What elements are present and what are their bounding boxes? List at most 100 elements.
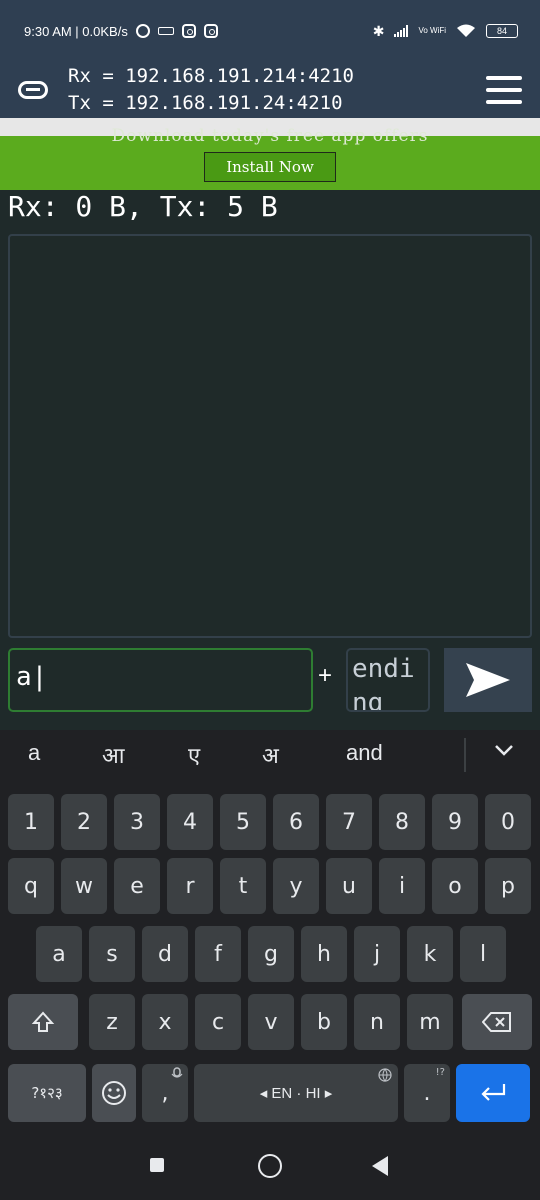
key-6[interactable]: 6 [273,794,319,850]
shift-arrow-icon [31,1011,55,1032]
key-n[interactable]: n [354,994,400,1050]
key-x[interactable]: x [142,994,188,1050]
key-k[interactable]: k [407,926,453,982]
key-p[interactable]: p [485,858,531,914]
byte-counter: Rx: 0 B, Tx: 5 B [8,190,278,223]
address-block: Rx = 192.168.191.214:4210 Tx = 192.168.1… [68,63,486,117]
connection-link-icon[interactable] [18,75,48,105]
emoji-key[interactable] [92,1064,136,1122]
key-1[interactable]: 1 [8,794,54,850]
key-8[interactable]: 8 [379,794,425,850]
key-5[interactable]: 5 [220,794,266,850]
key-l[interactable]: l [460,926,506,982]
wifi-icon [456,23,476,40]
mic-icon [171,1067,183,1078]
home-circle-icon[interactable] [258,1154,282,1178]
key-q[interactable]: q [8,858,54,914]
key-h[interactable]: h [301,926,347,982]
recents-square-icon[interactable] [150,1158,164,1172]
instagram-icon-2 [203,24,218,38]
key-0[interactable]: 0 [485,794,531,850]
suggestion-3[interactable]: ए [188,740,200,770]
system-nav-bar [0,1134,540,1200]
hamburger-menu-icon[interactable] [486,76,522,104]
instagram-icon [181,24,196,38]
plus-label: + [318,662,333,689]
key-i[interactable]: i [379,858,425,914]
signal-icon [394,25,409,37]
key-9[interactable]: 9 [432,794,478,850]
key-t[interactable]: t [220,858,266,914]
key-7[interactable]: 7 [326,794,372,850]
ad-banner[interactable]: Download today's free app offers Install… [0,118,540,190]
key-c[interactable]: c [195,994,241,1050]
ad-offer-text: Download today's free app offers [111,126,429,146]
suggestion-1[interactable]: a [28,740,40,766]
back-triangle-icon[interactable] [372,1156,388,1176]
key-y[interactable]: y [273,858,319,914]
space-language-label: ◂ EN · HI ▸ [259,1085,333,1102]
status-bar: 9:30 AM | 0.0KB/s ✱ Vo WiFi 84 [0,0,540,62]
key-g[interactable]: g [248,926,294,982]
letter-row-2: a s d f g h j k l [0,926,540,988]
key-d[interactable]: d [142,926,188,982]
battery-level: 84 [496,26,507,36]
chevron-down-icon[interactable] [494,740,514,760]
key-f[interactable]: f [195,926,241,982]
enter-key[interactable] [456,1064,530,1122]
comma-key[interactable]: , [142,1064,188,1122]
status-time-speed: 9:30 AM | 0.0KB/s [24,23,128,39]
suggestion-strip: a आ ए अ and [0,730,540,778]
globe-icon [378,1068,392,1082]
line-ending-selector[interactable]: endi ng [346,648,430,712]
backspace-key[interactable] [462,994,532,1050]
comma-label: , [161,1080,169,1106]
space-bar[interactable]: ◂ EN · HI ▸ [194,1064,398,1122]
period-label: . [423,1080,431,1106]
send-icon [466,663,510,697]
enter-arrow-icon [481,1084,506,1101]
send-button[interactable] [444,648,532,712]
bottom-row: ?१२३ , ◂ EN · HI ▸ . !? [0,1064,540,1126]
vowifi-label: Vo WiFi [418,26,446,35]
key-b[interactable]: b [301,994,347,1050]
app-header: Rx = 192.168.191.214:4210 Tx = 192.168.1… [0,62,540,118]
tx-address: Tx = 192.168.191.24:4210 [68,92,343,114]
number-row: 1 2 3 4 5 6 7 8 9 0 [0,794,540,856]
letter-row-3: z x c v b n m [0,994,540,1056]
key-e[interactable]: e [114,858,160,914]
suggestion-4[interactable]: अ [262,740,279,770]
rx-address: Rx = 192.168.191.214:4210 [68,65,354,87]
key-j[interactable]: j [354,926,400,982]
soft-keyboard: a आ ए अ and 1 2 3 4 5 6 7 8 9 0 q w e r … [0,730,540,1200]
key-v[interactable]: v [248,994,294,1050]
key-4[interactable]: 4 [167,794,213,850]
install-now-button[interactable]: Install Now [204,152,336,182]
alarm-icon [135,24,150,38]
symbols-key[interactable]: ?१२३ [8,1064,86,1122]
main-area: Rx: 0 B, Tx: 5 B a| + endi ng [0,190,540,730]
key-u[interactable]: u [326,858,372,914]
key-s[interactable]: s [89,926,135,982]
key-r[interactable]: r [167,858,213,914]
bluetooth-icon: ✱ [372,22,385,39]
key-z[interactable]: z [89,994,135,1050]
key-o[interactable]: o [432,858,478,914]
key-w[interactable]: w [61,858,107,914]
letter-row-1: q w e r t y u i o p [0,858,540,920]
shift-key[interactable] [8,994,78,1050]
backspace-icon [482,1012,511,1032]
key-m[interactable]: m [407,994,453,1050]
key-2[interactable]: 2 [61,794,107,850]
message-input[interactable]: a| [8,648,313,712]
emoji-icon [102,1081,126,1105]
key-3[interactable]: 3 [114,794,160,850]
key-a[interactable]: a [36,926,82,982]
suggestion-5[interactable]: and [346,740,383,766]
period-key[interactable]: . !? [404,1064,450,1122]
message-log[interactable] [8,234,532,638]
suggestion-2[interactable]: आ [102,740,124,770]
period-hint: !? [435,1067,445,1078]
keyboard-notification-icon [157,27,174,35]
suggestion-divider [464,738,466,772]
